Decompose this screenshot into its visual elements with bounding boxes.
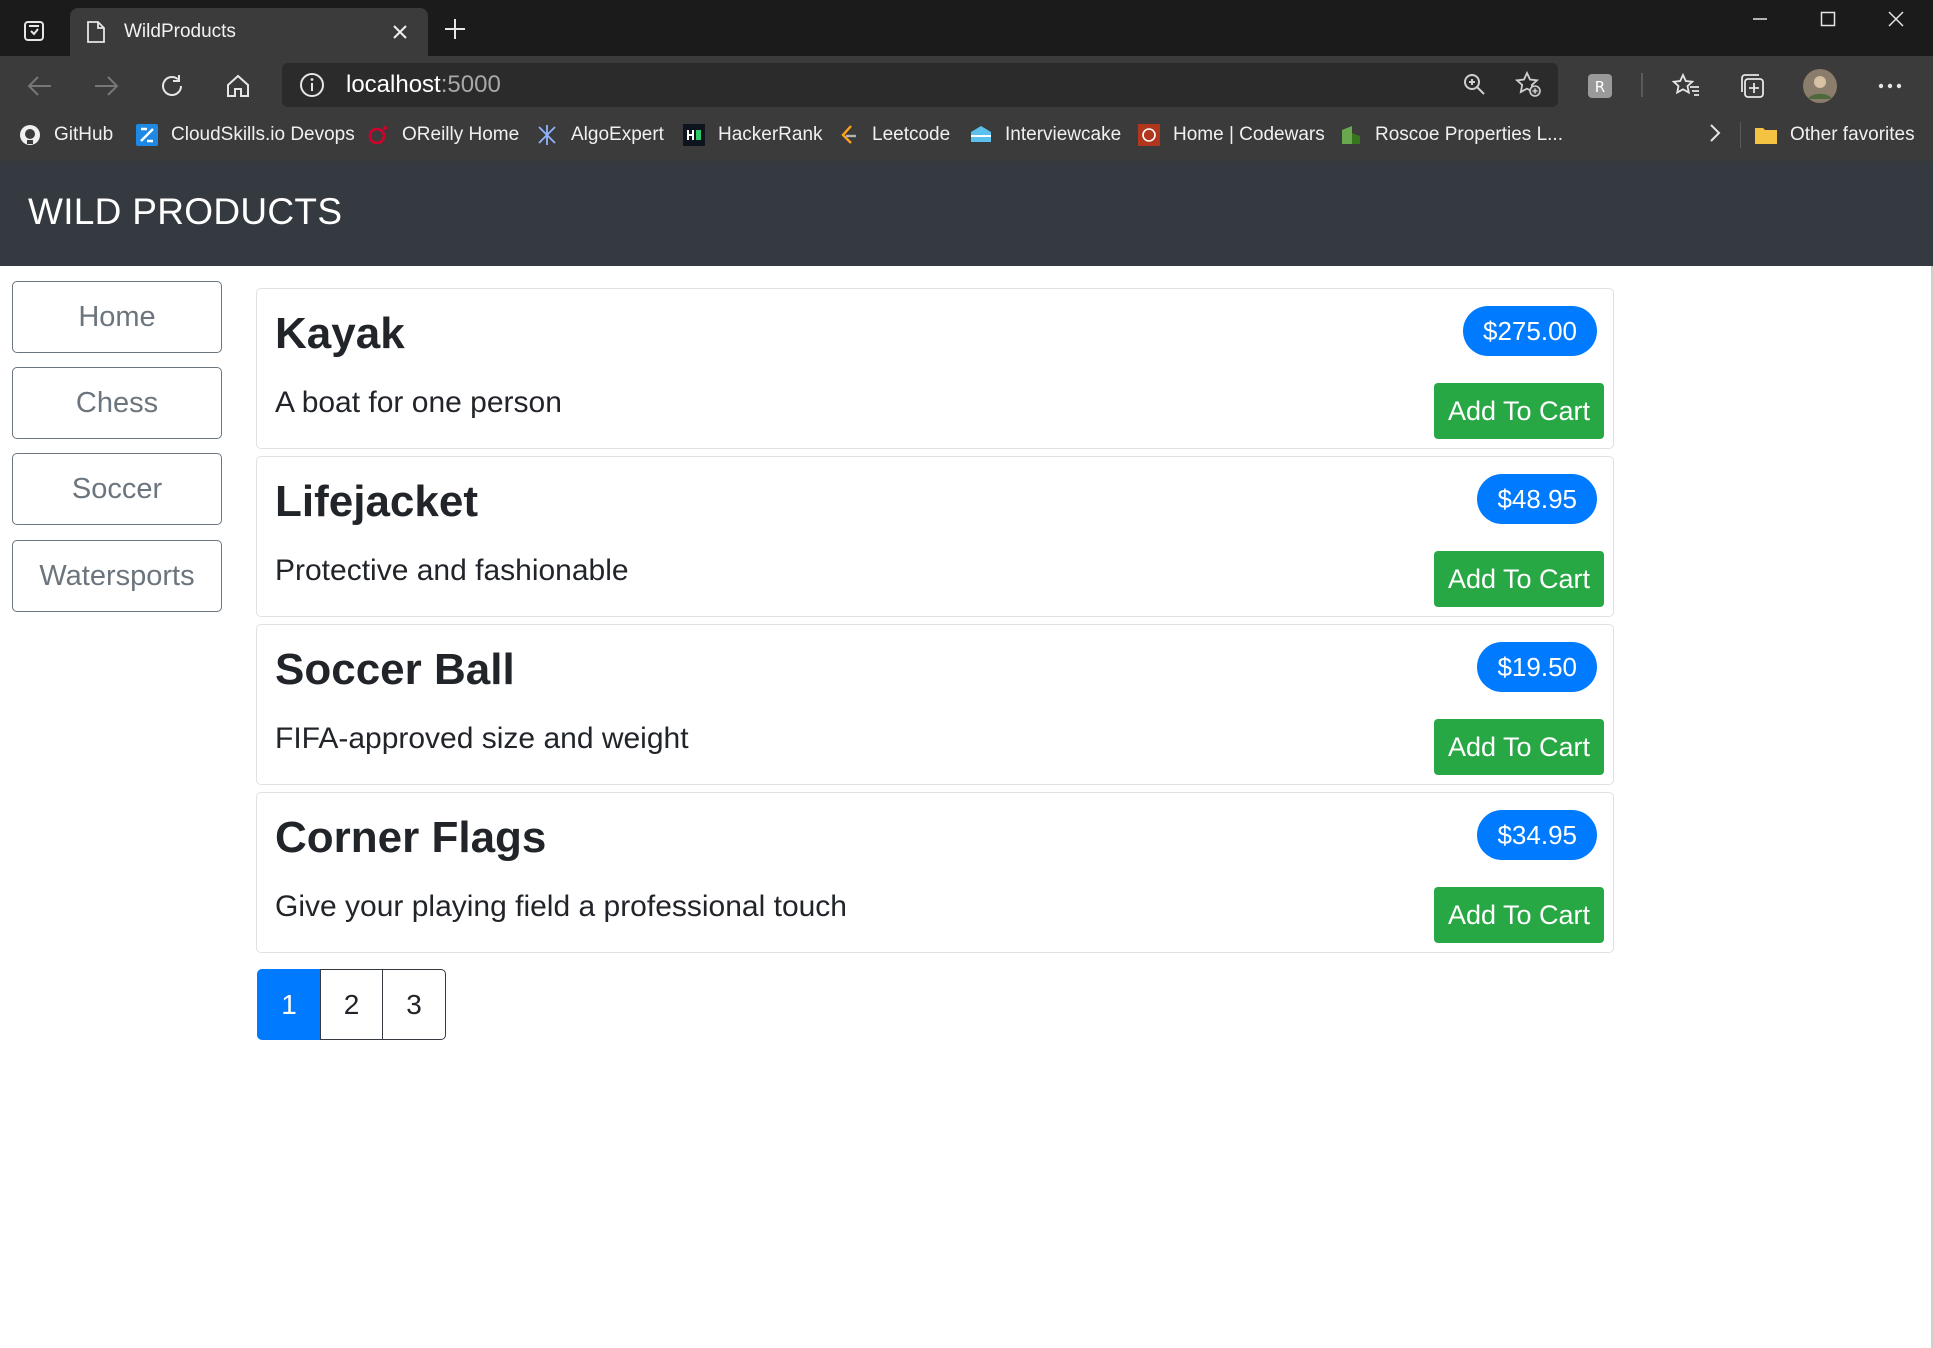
category-button-home[interactable]: Home — [12, 281, 222, 353]
browser-toolbar: localhost:5000 R — [0, 56, 1933, 112]
price-badge: $34.95 — [1477, 810, 1597, 860]
extension-icon[interactable]: R — [1580, 66, 1620, 106]
collections-icon[interactable] — [1732, 66, 1772, 106]
more-options-icon[interactable] — [1870, 66, 1910, 106]
maximize-icon[interactable] — [1798, 2, 1858, 36]
chevron-right-icon[interactable] — [1700, 118, 1730, 148]
category-button-chess[interactable]: Chess — [12, 367, 222, 439]
product-description: FIFA-approved size and weight — [275, 722, 689, 755]
site-info-icon[interactable] — [298, 71, 326, 99]
url-host: localhost — [346, 71, 441, 98]
product-name: Soccer Ball — [275, 645, 515, 694]
price-badge: $19.50 — [1477, 642, 1597, 692]
minimize-icon[interactable] — [1730, 2, 1790, 36]
cloudskills-icon — [135, 123, 159, 147]
bookmark-codewars[interactable]: Home | Codewars — [1137, 120, 1325, 150]
bookmark-label: OReilly Home — [402, 124, 520, 145]
new-tab-icon[interactable] — [440, 14, 470, 44]
home-icon[interactable] — [218, 66, 258, 106]
forward-icon[interactable] — [86, 66, 126, 106]
product-card: Corner Flags $34.95 Give your playing fi… — [256, 792, 1614, 953]
bookmark-github[interactable]: GitHub — [18, 120, 113, 150]
bookmark-oreilly[interactable]: OReilly Home — [366, 120, 519, 150]
bookmark-hackerrank[interactable]: HackerRank — [682, 120, 823, 150]
svg-text:R: R — [1595, 78, 1605, 96]
codewars-icon — [1137, 123, 1161, 147]
app-navbar: WILD PRODUCTS — [0, 161, 1933, 266]
bookmark-label: HackerRank — [718, 124, 823, 145]
url-port: :5000 — [440, 71, 501, 98]
bookmark-label: GitHub — [54, 124, 114, 145]
close-window-icon[interactable] — [1866, 2, 1926, 36]
bookmarks-bar: GitHub CloudSkills.io Devops OReilly Hom… — [0, 112, 1933, 161]
browser-chrome: WildProducts localhost:5000 R GitHub Cl… — [0, 0, 1933, 161]
bookmark-roscoe[interactable]: Roscoe Properties L... — [1339, 120, 1563, 150]
bookmark-algoexpert[interactable]: AlgoExpert — [535, 120, 664, 150]
bookmark-leetcode[interactable]: Leetcode — [836, 120, 950, 150]
product-description: Give your playing field a professional t… — [275, 890, 847, 923]
add-to-cart-button[interactable]: Add To Cart — [1434, 383, 1604, 439]
bookmark-label: Leetcode — [872, 124, 951, 145]
bookmark-label: AlgoExpert — [571, 124, 664, 145]
bookmark-label: Roscoe Properties L... — [1375, 124, 1563, 145]
page-button-1[interactable]: 1 — [257, 969, 321, 1040]
browser-tab[interactable]: WildProducts — [70, 8, 428, 56]
oreilly-icon — [366, 123, 390, 147]
address-bar[interactable]: localhost:5000 — [282, 63, 1558, 107]
tab-strip: WildProducts — [0, 0, 1933, 56]
product-name: Lifejacket — [275, 477, 478, 526]
bookmark-interviewcake[interactable]: Interviewcake — [969, 120, 1121, 150]
add-to-cart-button[interactable]: Add To Cart — [1434, 887, 1604, 943]
product-description: A boat for one person — [275, 386, 562, 419]
leetcode-icon — [836, 123, 860, 147]
close-tab-icon[interactable] — [386, 18, 414, 46]
add-favorite-icon[interactable] — [1510, 66, 1546, 102]
zoom-icon[interactable] — [1456, 66, 1492, 102]
price-badge: $275.00 — [1463, 306, 1597, 356]
hackerrank-icon — [682, 123, 706, 147]
price-badge: $48.95 — [1477, 474, 1597, 524]
bookmark-other-favorites[interactable]: Other favorites — [1754, 120, 1915, 150]
product-description: Protective and fashionable — [275, 554, 629, 587]
bookmark-label: Home | Codewars — [1173, 124, 1325, 145]
category-button-soccer[interactable]: Soccer — [12, 453, 222, 525]
product-card: Kayak $275.00 A boat for one person Add … — [256, 288, 1614, 449]
product-card: Soccer Ball $19.50 FIFA-approved size an… — [256, 624, 1614, 785]
page-button-2[interactable]: 2 — [319, 969, 384, 1040]
product-name: Kayak — [275, 309, 405, 358]
brand-title: WILD PRODUCTS — [28, 191, 343, 232]
algoexpert-icon — [535, 123, 559, 147]
bookmark-label: Other favorites — [1790, 124, 1915, 145]
tab-actions-icon[interactable] — [14, 14, 54, 48]
bookmark-label: CloudSkills.io Devops — [171, 124, 355, 145]
page-icon — [84, 20, 108, 44]
add-to-cart-button[interactable]: Add To Cart — [1434, 719, 1604, 775]
pagination: 1 2 3 — [257, 969, 446, 1040]
bookmark-label: Interviewcake — [1005, 124, 1122, 145]
favorites-icon[interactable] — [1666, 66, 1706, 106]
product-card: Lifejacket $48.95 Protective and fashion… — [256, 456, 1614, 617]
category-button-watersports[interactable]: Watersports — [12, 540, 222, 612]
bookmark-separator — [1740, 122, 1741, 148]
profile-avatar[interactable] — [1800, 66, 1840, 106]
toolbar-separator — [1641, 73, 1643, 97]
github-icon — [18, 123, 42, 147]
back-icon[interactable] — [20, 66, 60, 106]
refresh-icon[interactable] — [152, 66, 192, 106]
product-name: Corner Flags — [275, 813, 547, 862]
roscoe-icon — [1339, 123, 1363, 147]
interviewcake-icon — [969, 123, 993, 147]
bookmark-cloudskills[interactable]: CloudSkills.io Devops — [135, 120, 355, 150]
tab-title: WildProducts — [124, 21, 236, 42]
page-button-3[interactable]: 3 — [382, 969, 446, 1040]
add-to-cart-button[interactable]: Add To Cart — [1434, 551, 1604, 607]
folder-icon — [1754, 123, 1778, 147]
